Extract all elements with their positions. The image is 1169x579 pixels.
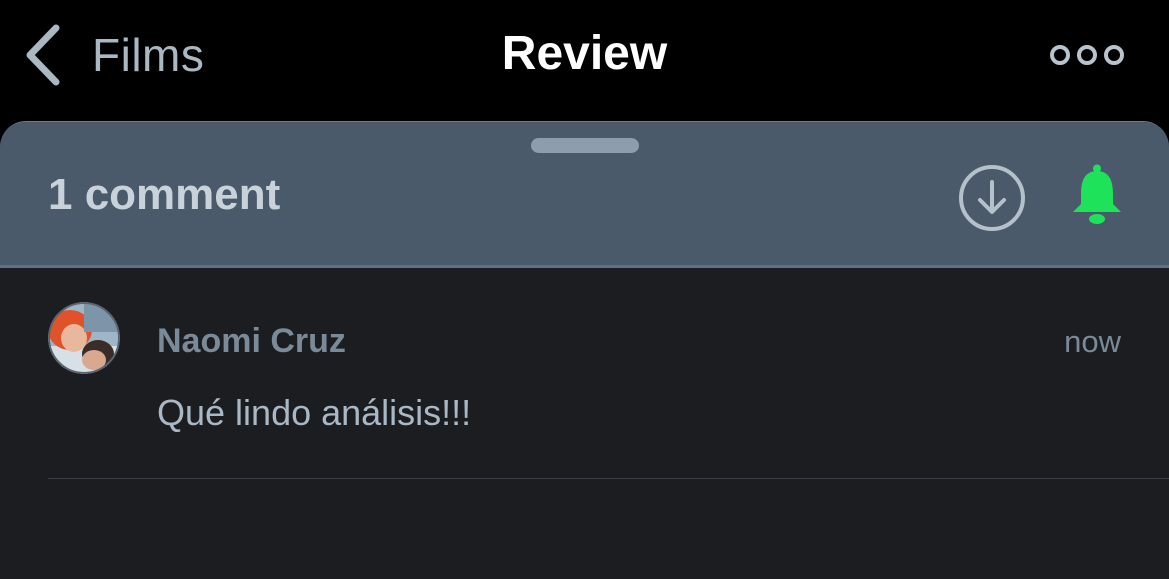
comment-timestamp: now (1064, 324, 1121, 359)
download-button[interactable] (957, 163, 1027, 233)
avatar[interactable] (48, 302, 120, 374)
screen: Films Review 1 comment Naomi Cruz now Qu… (0, 0, 1169, 579)
back-button[interactable]: Films (22, 22, 204, 88)
more-options-button[interactable] (1049, 40, 1125, 70)
comment-item: Naomi Cruz now Qué lindo análisis!!! (0, 302, 1169, 480)
download-circle-icon (959, 165, 1025, 231)
back-button-label: Films (92, 29, 205, 81)
sheet-drag-handle[interactable] (531, 138, 639, 153)
comments-sheet: 1 comment Naomi Cruz now Qué lindo análi… (0, 121, 1169, 579)
comment-count-label: 1 comment (48, 170, 281, 219)
top-navigation-bar: Films Review (0, 0, 1169, 121)
comments-sheet-header: 1 comment (0, 122, 1169, 268)
chevron-left-icon (26, 24, 60, 86)
comment-divider (48, 478, 1169, 479)
comment-author[interactable]: Naomi Cruz (157, 322, 346, 361)
avatar-image (48, 302, 120, 374)
more-options-icon (1050, 45, 1124, 65)
notifications-button[interactable] (1069, 164, 1125, 226)
comment-text: Qué lindo análisis!!! (157, 392, 472, 433)
bell-icon (1073, 164, 1121, 224)
